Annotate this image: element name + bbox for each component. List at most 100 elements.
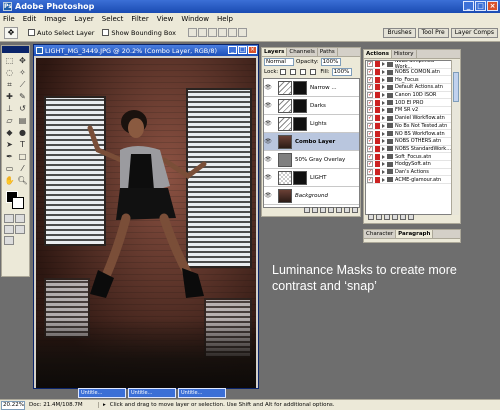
lock-position-icon[interactable] (300, 69, 307, 75)
check-icon[interactable]: ✓ (367, 115, 373, 122)
check-icon[interactable]: ✓ (367, 176, 373, 183)
align-top-icon[interactable] (188, 28, 198, 37)
expand-triangle-icon[interactable] (382, 123, 385, 128)
stop-recording-icon[interactable] (368, 214, 374, 220)
check-icon[interactable]: ✓ (367, 138, 373, 145)
marquee-tool-icon[interactable]: ⬚ (3, 55, 16, 67)
check-icon[interactable]: ✓ (367, 107, 373, 114)
check-icon[interactable]: ✓ (367, 145, 373, 152)
action-set-row[interactable]: ✓ Ho_Focus (366, 76, 452, 85)
layer-row[interactable]: 👁︎ Combo Layer (264, 133, 359, 151)
magic-wand-tool-icon[interactable]: ✧ (16, 67, 29, 79)
align-middle-icon[interactable] (198, 28, 208, 37)
expand-triangle-icon[interactable] (382, 108, 385, 113)
lock-transparency-icon[interactable] (280, 69, 287, 75)
action-set-row[interactable]: ✓ 10D EI PRO (366, 99, 452, 108)
tab-character[interactable]: Character (364, 230, 397, 238)
dodge-tool-icon[interactable]: ● (16, 127, 29, 139)
zoom-tool-icon[interactable]: 🔍︎ (16, 175, 29, 187)
record-icon[interactable] (376, 214, 382, 220)
dialog-toggle-icon[interactable] (375, 161, 380, 168)
dialog-toggle-icon[interactable] (375, 99, 380, 106)
slice-tool-icon[interactable]: ⟋ (16, 79, 29, 91)
move-tool-icon[interactable]: ✥ (16, 55, 29, 67)
eye-icon[interactable]: 👁︎ (264, 156, 272, 163)
new-set-icon[interactable] (392, 214, 398, 220)
menu-image[interactable]: Image (44, 15, 66, 23)
check-icon[interactable]: ✓ (367, 84, 373, 91)
eye-icon[interactable]: 👁︎ (264, 102, 272, 109)
eyedropper-tool-icon[interactable]: ⁄ (16, 163, 29, 175)
layer-mask-thumbnail[interactable] (293, 80, 307, 95)
check-icon[interactable]: ✓ (367, 122, 373, 129)
blur-tool-icon[interactable]: ◆ (3, 127, 16, 139)
expand-triangle-icon[interactable] (382, 139, 385, 144)
menu-view[interactable]: View (157, 15, 174, 23)
palette-well-tool-presets[interactable]: Tool Pre (417, 28, 449, 38)
align-center-icon[interactable] (228, 28, 238, 37)
expand-triangle-icon[interactable] (382, 131, 385, 136)
action-set-row[interactable]: ✓ NOBS OTHERS.atn (366, 138, 452, 146)
dialog-toggle-icon[interactable] (375, 69, 380, 76)
layer-thumbnail[interactable] (278, 98, 292, 113)
healing-brush-icon[interactable]: ✚ (3, 91, 16, 103)
layer-row[interactable]: 👁︎ Lights (264, 115, 359, 133)
minimized-doc[interactable]: Untitle... (78, 388, 126, 398)
check-icon[interactable]: ✓ (367, 76, 373, 83)
document-minimize-button[interactable]: _ (228, 46, 237, 54)
close-button[interactable]: × (487, 1, 498, 11)
image-canvas[interactable] (36, 58, 256, 388)
expand-triangle-icon[interactable] (382, 100, 385, 105)
layer-name[interactable]: Darks (310, 103, 326, 109)
eye-icon[interactable]: 👁︎ (264, 174, 272, 181)
check-icon[interactable]: ✓ (367, 130, 373, 137)
dialog-toggle-icon[interactable] (375, 61, 380, 68)
dialog-toggle-icon[interactable] (375, 92, 380, 99)
layer-thumbnail[interactable] (278, 188, 292, 203)
clone-stamp-icon[interactable]: ⊥ (3, 103, 16, 115)
palette-well-layer-comps[interactable]: Layer Comps (450, 28, 498, 38)
action-set-row[interactable]: ✓ FM SR v2 (366, 107, 452, 115)
expand-triangle-icon[interactable] (382, 154, 385, 159)
expand-triangle-icon[interactable] (382, 177, 385, 182)
jump-to-imageready-icon[interactable] (4, 236, 14, 245)
dialog-toggle-icon[interactable] (375, 145, 380, 152)
auto-select-checkbox[interactable] (28, 29, 35, 36)
lasso-tool-icon[interactable]: ◌ (3, 67, 16, 79)
layer-row[interactable]: 👁︎ Darks (264, 97, 359, 115)
add-mask-icon[interactable] (320, 207, 326, 213)
toolbox-header[interactable] (2, 46, 29, 53)
new-action-icon[interactable] (400, 214, 406, 220)
full-screen-menu-icon[interactable] (15, 225, 25, 234)
tab-paths[interactable]: Paths (318, 48, 338, 56)
eye-icon[interactable]: 👁︎ (264, 120, 272, 127)
action-set-row[interactable]: ✓ NO BS Workflow.atn (366, 130, 452, 138)
new-group-icon[interactable] (328, 207, 334, 213)
expand-triangle-icon[interactable] (382, 162, 385, 167)
tab-channels[interactable]: Channels (287, 48, 318, 56)
layer-row[interactable]: 👁︎ 50% Gray Overlay (264, 151, 359, 169)
dialog-toggle-icon[interactable] (375, 130, 380, 137)
layer-name[interactable]: Background (295, 193, 328, 199)
eye-icon[interactable]: 👁︎ (264, 192, 272, 199)
quick-mask-icon[interactable] (15, 214, 25, 223)
action-set-row[interactable]: ✓ NOBS StandardWork... (366, 145, 452, 154)
action-set-row[interactable]: ✓ Default Actions.atn (366, 84, 452, 92)
tab-history[interactable]: History (392, 50, 417, 58)
eye-icon[interactable]: 👁︎ (264, 138, 272, 145)
check-icon[interactable]: ✓ (367, 161, 373, 168)
action-set-row[interactable]: ✓ ACME-glamour.atn (366, 176, 452, 184)
layer-row[interactable]: 👁︎ LIGHT (264, 169, 359, 187)
layer-name[interactable]: 50% Gray Overlay (295, 157, 345, 163)
crop-tool-icon[interactable]: ⌗ (3, 79, 16, 91)
shape-tool-icon[interactable]: □ (16, 151, 29, 163)
layer-name[interactable]: Lights (310, 121, 327, 127)
dialog-toggle-icon[interactable] (375, 76, 380, 83)
expand-triangle-icon[interactable] (381, 62, 385, 67)
tab-layers[interactable]: Layers (262, 48, 288, 56)
expand-triangle-icon[interactable] (382, 169, 385, 174)
notes-tool-icon[interactable]: ▭ (3, 163, 16, 175)
layer-style-icon[interactable] (312, 207, 318, 213)
tab-actions[interactable]: Actions (364, 50, 392, 58)
check-icon[interactable]: ✓ (367, 61, 373, 68)
